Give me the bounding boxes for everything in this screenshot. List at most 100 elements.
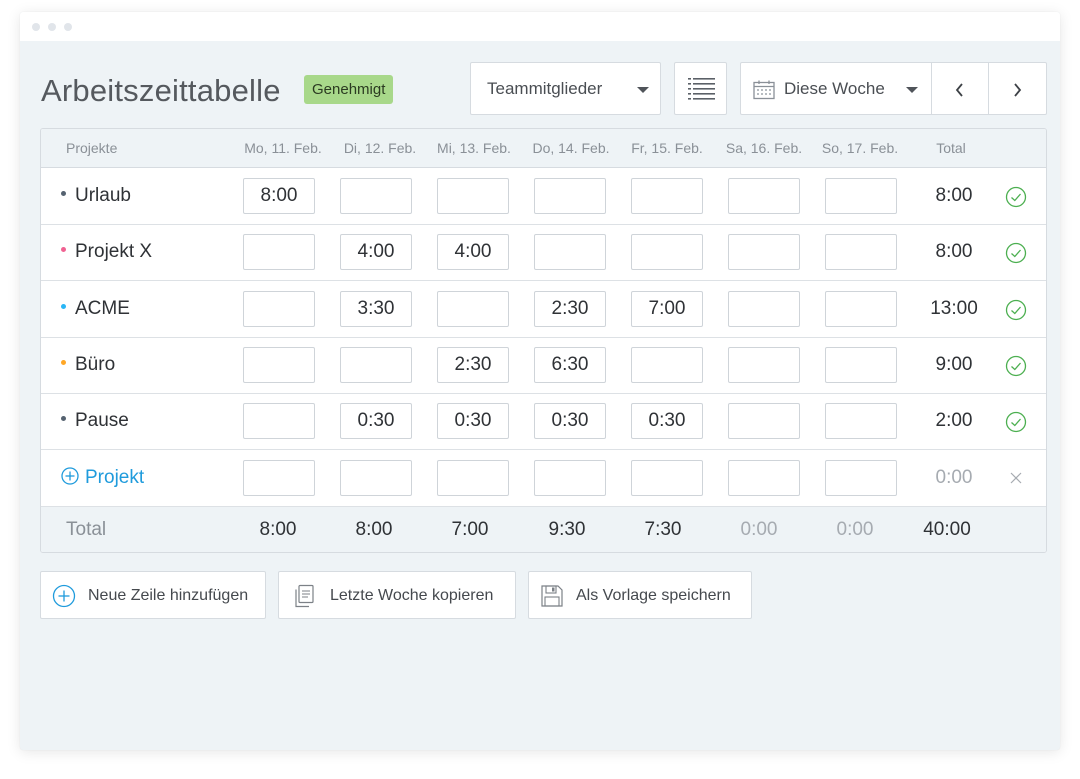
team-member-select-label: Teammitglieder [487, 79, 603, 98]
time-entry-input[interactable] [825, 347, 897, 383]
table-row: Urlaub 8:00 [41, 168, 1046, 225]
time-entry-input[interactable] [340, 291, 412, 327]
time-entry-input[interactable] [825, 403, 897, 439]
project-name-label: Büro [75, 354, 116, 375]
add-project-link[interactable]: Projekt [61, 467, 144, 489]
footer-total-label: Total [66, 519, 107, 540]
time-entry-input[interactable] [243, 178, 315, 214]
time-entry-input[interactable] [243, 234, 315, 270]
project-color-dot [61, 360, 66, 365]
time-entry-input[interactable] [340, 234, 412, 270]
time-entry-input[interactable] [728, 291, 800, 327]
copy-document-icon [295, 584, 314, 608]
save-template-button-label: Als Vorlage speichern [576, 587, 731, 604]
time-entry-input[interactable] [243, 291, 315, 327]
close-icon[interactable] [1010, 472, 1022, 484]
list-view-button[interactable] [674, 62, 727, 115]
column-header-projects: Projekte [66, 140, 118, 156]
week-select[interactable]: Diese Woche [740, 62, 932, 115]
footer-total-mon: 8:00 [259, 519, 297, 540]
time-entry-input[interactable] [631, 291, 703, 327]
table-row: ACME 13:00 [41, 281, 1046, 338]
time-entry-input[interactable] [243, 460, 315, 496]
time-entry-input[interactable] [437, 347, 509, 383]
copy-last-week-button[interactable]: Letzte Woche kopieren [278, 571, 516, 619]
caret-down-icon [637, 87, 649, 93]
week-select-label: Diese Woche [784, 79, 885, 98]
time-entry-input[interactable] [728, 234, 800, 270]
time-entry-input[interactable] [825, 291, 897, 327]
footer-total-wed: 7:00 [451, 519, 489, 540]
time-entry-input[interactable] [534, 403, 606, 439]
time-entry-input[interactable] [825, 460, 897, 496]
project-name: ACME [61, 298, 130, 320]
add-row-button-label: Neue Zeile hinzufügen [88, 587, 249, 604]
window-dot-maximize[interactable] [64, 23, 72, 31]
time-entry-input[interactable] [534, 460, 606, 496]
approved-check-icon [1005, 186, 1027, 208]
column-header-thu: Do, 14. Feb. [532, 140, 610, 156]
time-entry-input[interactable] [631, 178, 703, 214]
time-entry-input[interactable] [631, 460, 703, 496]
window-dot-close[interactable] [32, 23, 40, 31]
time-entry-input[interactable] [340, 460, 412, 496]
list-icon [688, 78, 715, 100]
footer-total-sun: 0:00 [836, 519, 874, 540]
time-entry-input[interactable] [437, 403, 509, 439]
footer-grand-total: 40:00 [923, 519, 971, 540]
column-header-fri: Fr, 15. Feb. [631, 140, 703, 156]
team-member-select[interactable]: Teammitglieder [470, 62, 661, 115]
plus-circle-icon [61, 467, 79, 485]
project-name: Pause [61, 410, 129, 432]
time-entry-input[interactable] [825, 178, 897, 214]
next-week-button[interactable] [989, 62, 1047, 115]
time-entry-input[interactable] [534, 178, 606, 214]
time-entry-input[interactable] [534, 234, 606, 270]
project-color-dot [61, 304, 66, 309]
project-name-label: ACME [75, 298, 130, 319]
window-dot-minimize[interactable] [48, 23, 56, 31]
plus-circle-icon [52, 584, 76, 608]
row-total: 9:00 [935, 354, 973, 375]
column-header-total: Total [936, 140, 966, 156]
caret-down-icon [906, 87, 918, 93]
time-entry-input[interactable] [631, 347, 703, 383]
project-name-label: Urlaub [75, 185, 131, 206]
previous-week-button[interactable] [931, 62, 989, 115]
time-entry-input[interactable] [243, 347, 315, 383]
time-entry-input[interactable] [243, 403, 315, 439]
column-header-mon: Mo, 11. Feb. [244, 140, 322, 156]
table-footer: Total 8:00 8:00 7:00 9:30 7:30 0:00 0:00… [41, 507, 1046, 552]
time-entry-input[interactable] [825, 234, 897, 270]
time-entry-input[interactable] [728, 403, 800, 439]
time-entry-input[interactable] [340, 178, 412, 214]
save-template-button[interactable]: Als Vorlage speichern [528, 571, 752, 619]
time-entry-input[interactable] [728, 347, 800, 383]
table-row: Pause 2:00 [41, 393, 1046, 450]
time-entry-input[interactable] [728, 460, 800, 496]
column-header-sun: So, 17. Feb. [821, 140, 899, 156]
footer-total-sat: 0:00 [740, 519, 778, 540]
add-row-button[interactable]: Neue Zeile hinzufügen [40, 571, 266, 619]
page-title: Arbeitszeittabelle [41, 73, 281, 108]
time-entry-input[interactable] [534, 347, 606, 383]
row-total: 13:00 [930, 298, 978, 319]
time-entry-input[interactable] [340, 403, 412, 439]
row-total: 8:00 [935, 185, 973, 206]
app-window: Arbeitszeittabelle Genehmigt Teammitglie… [20, 12, 1060, 750]
project-name: Büro [61, 354, 115, 376]
time-entry-input[interactable] [340, 347, 412, 383]
approved-check-icon [1005, 411, 1027, 433]
footer-total-thu: 9:30 [548, 519, 586, 540]
time-entry-input[interactable] [437, 178, 509, 214]
time-entry-input[interactable] [437, 460, 509, 496]
time-entry-input[interactable] [534, 291, 606, 327]
time-entry-input[interactable] [437, 291, 509, 327]
time-entry-input[interactable] [728, 178, 800, 214]
time-entry-input[interactable] [631, 234, 703, 270]
row-total: 2:00 [935, 410, 973, 431]
chevron-left-icon [955, 83, 963, 97]
time-entry-input[interactable] [631, 403, 703, 439]
project-color-dot [61, 191, 66, 196]
time-entry-input[interactable] [437, 234, 509, 270]
